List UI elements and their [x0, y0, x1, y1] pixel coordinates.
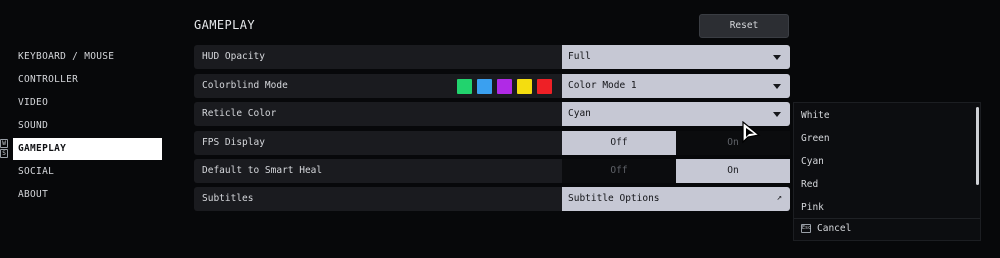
- divider: [794, 218, 980, 219]
- nav-item-about[interactable]: ABOUT: [13, 184, 162, 206]
- dropdown-option-green[interactable]: Green: [801, 133, 830, 144]
- nav-item-controller[interactable]: CONTROLLER: [13, 69, 162, 91]
- setting-label: Subtitles: [202, 193, 254, 204]
- chevron-down-icon: [773, 84, 781, 89]
- select-value: Color Mode 1: [568, 80, 637, 91]
- select-value: Cyan: [568, 108, 591, 119]
- toggle-option-on[interactable]: On: [676, 159, 790, 183]
- setting-row-smart-heal: Default to Smart Heal Off On: [194, 159, 790, 183]
- setting-row-hud-opacity: HUD Opacity Full: [194, 45, 790, 69]
- dropdown-option-pink[interactable]: Pink: [801, 202, 824, 213]
- setting-label: Default to Smart Heal: [202, 165, 323, 176]
- smart-heal-toggle: Off On: [562, 159, 790, 183]
- reticle-color-dropdown: White Green Cyan Red Pink Esc Cancel: [793, 102, 981, 241]
- color-swatch-yellow: [517, 79, 532, 94]
- key-hint-prev: W: [0, 139, 8, 148]
- setting-label: FPS Display: [202, 137, 265, 148]
- color-swatch-blue: [477, 79, 492, 94]
- color-swatch-green: [457, 79, 472, 94]
- subtitle-options-button[interactable]: Subtitle Options ↗: [562, 187, 790, 211]
- nav-item-social[interactable]: SOCIAL: [13, 161, 162, 183]
- reset-button[interactable]: Reset: [699, 14, 789, 38]
- key-hint-next: S: [0, 149, 8, 158]
- setting-row-reticle-color: Reticle Color Cyan: [194, 102, 790, 126]
- setting-row-colorblind-mode: Colorblind Mode Color Mode 1: [194, 74, 790, 98]
- dropdown-option-white[interactable]: White: [801, 110, 830, 121]
- dropdown-scrollbar[interactable]: [976, 107, 979, 185]
- cancel-button[interactable]: Cancel: [817, 223, 851, 234]
- esc-key-icon: Esc: [801, 224, 812, 233]
- color-swatch-purple: [497, 79, 512, 94]
- page-title: GAMEPLAY: [194, 18, 255, 32]
- setting-label: Reticle Color: [202, 108, 277, 119]
- nav-item-video[interactable]: VIDEO: [13, 92, 162, 114]
- dropdown-option-red[interactable]: Red: [801, 179, 818, 190]
- chevron-down-icon: [773, 112, 781, 117]
- toggle-option-on[interactable]: On: [676, 131, 790, 155]
- nav-item-gameplay[interactable]: GAMEPLAY: [13, 138, 162, 160]
- setting-label: HUD Opacity: [202, 51, 265, 62]
- external-arrow-icon: ↗: [776, 193, 782, 203]
- mouse-cursor-icon: [742, 121, 761, 144]
- nav-item-sound[interactable]: SOUND: [13, 115, 162, 137]
- colorblind-mode-select[interactable]: Color Mode 1: [562, 74, 790, 98]
- select-value: Full: [568, 51, 591, 62]
- chevron-down-icon: [773, 55, 781, 60]
- toggle-option-off[interactable]: Off: [562, 131, 676, 155]
- color-swatch-red: [537, 79, 552, 94]
- setting-row-subtitles: Subtitles Subtitle Options ↗: [194, 187, 790, 211]
- setting-label: Colorblind Mode: [202, 80, 288, 91]
- toggle-option-off[interactable]: Off: [562, 159, 676, 183]
- hud-opacity-select[interactable]: Full: [562, 45, 790, 69]
- nav-item-keyboard-mouse[interactable]: KEYBOARD / MOUSE: [13, 46, 162, 68]
- select-value: Subtitle Options: [568, 193, 660, 204]
- dropdown-option-cyan[interactable]: Cyan: [801, 156, 824, 167]
- setting-row-fps-display: FPS Display Off On: [194, 131, 790, 155]
